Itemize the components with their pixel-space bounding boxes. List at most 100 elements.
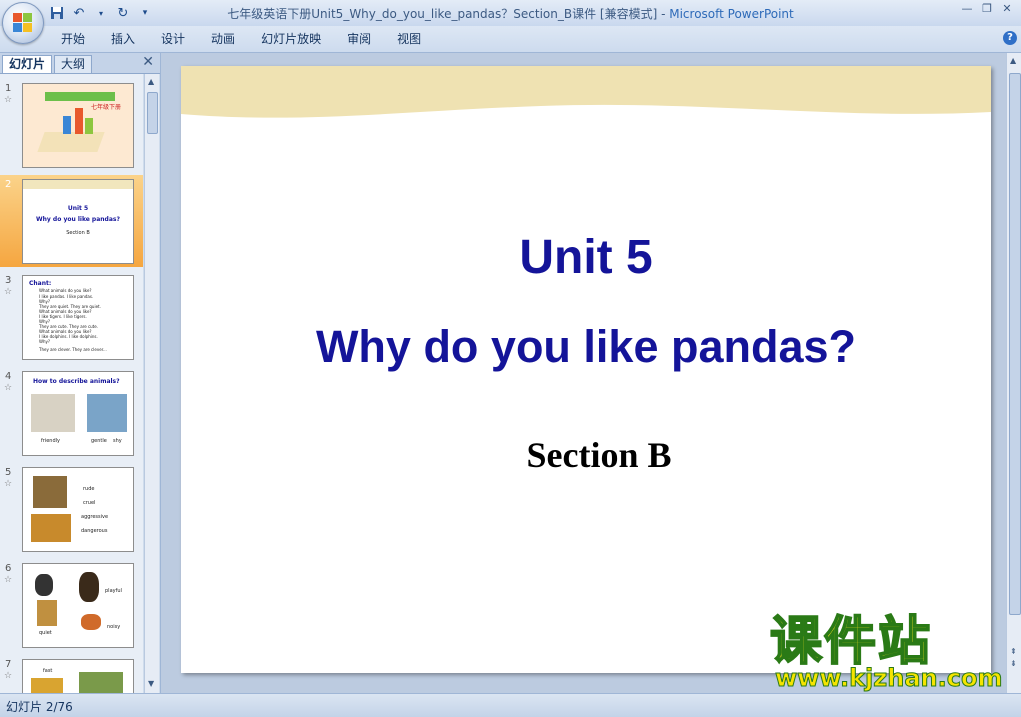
thumbnail-row-6[interactable]: 6 ☆ playful quiet noisy: [0, 559, 143, 651]
thumb-text: They are clever. They are clever...: [39, 347, 107, 352]
thumbnail-row-4[interactable]: 4 ☆ How to describe animals? friendly ge…: [0, 367, 143, 459]
thumbnail-number: 6: [5, 563, 12, 574]
thumbnail-row-2[interactable]: 2 Unit 5 Why do you like pandas? Section…: [0, 175, 143, 267]
tab-animations[interactable]: 动画: [198, 31, 248, 47]
thumbnail-slide-3[interactable]: Chant: What animals do you like? I like …: [22, 275, 134, 360]
office-logo-icon: [13, 13, 33, 33]
animation-star-icon: ☆: [4, 95, 13, 105]
animal-image: [81, 614, 101, 630]
next-slide-icon[interactable]: ⇟: [1010, 659, 1017, 668]
animal-image: [35, 574, 53, 596]
status-bar: 幻灯片 2/76: [0, 693, 1021, 717]
animation-star-icon: ☆: [4, 479, 13, 489]
scrollbar-thumb[interactable]: [147, 92, 158, 134]
panel-tabs: 幻灯片 大纲 ✕: [0, 53, 160, 74]
thumb-text: 七年级下册: [91, 104, 122, 111]
thumbnail-slide-2[interactable]: Unit 5 Why do you like pandas? Section B: [22, 179, 134, 264]
watermark-logo: 课件站: [769, 611, 933, 673]
tab-slides[interactable]: 幻灯片: [2, 55, 53, 73]
animal-image: [31, 678, 63, 693]
slide-subtitle[interactable]: Why do you like pandas?: [181, 321, 991, 373]
scrollbar-thumb[interactable]: [1009, 73, 1021, 615]
thumb-band: [23, 180, 133, 189]
editor-scrollbar[interactable]: ▲ ⇞ ⇟: [1006, 53, 1021, 693]
lion-image: [31, 514, 71, 542]
thumb-text: aggressive: [81, 514, 109, 520]
ribbon-tab-bar: 开始 插入 设计 动画 幻灯片放映 审阅 视图 ?: [0, 26, 1021, 53]
animal-image: [33, 476, 67, 508]
slide-section-label[interactable]: Section B: [181, 434, 991, 476]
close-icon[interactable]: ✕: [997, 2, 1017, 16]
thumb-text: quiet: [39, 630, 52, 636]
thumbnail-number: 4: [5, 371, 12, 382]
tab-home[interactable]: 开始: [48, 31, 98, 47]
app-name: Microsoft PowerPoint: [669, 7, 794, 21]
book-image: [85, 118, 93, 134]
thumb-text: fast: [43, 668, 53, 674]
animation-star-icon: ☆: [4, 671, 13, 681]
help-icon[interactable]: ?: [1003, 31, 1017, 45]
animation-star-icon: ☆: [4, 287, 13, 297]
animation-star-icon: ☆: [4, 383, 13, 393]
title-separator: -: [657, 7, 670, 21]
thumbnail-row-7[interactable]: 7 ☆ fast: [0, 655, 143, 693]
tab-review[interactable]: 审阅: [334, 31, 384, 47]
watermark-url: www.kjzhan.com: [774, 664, 1003, 693]
thumb-text: playful: [105, 588, 122, 594]
slide-header-band: [181, 66, 991, 118]
thumbnail-scrollbar[interactable]: ▲ ▼: [144, 74, 159, 693]
thumb-text: Section B: [66, 230, 90, 236]
thumb-text: rude: [83, 486, 95, 492]
thumb-text: Why do you like pandas?: [36, 216, 120, 223]
restore-icon[interactable]: ❐: [977, 2, 997, 16]
office-button[interactable]: [2, 2, 44, 44]
thumbnail-slide-1[interactable]: 七年级下册: [22, 83, 134, 168]
slide-title[interactable]: Unit 5: [181, 230, 991, 285]
document-title: 七年级英语下册Unit5_Why_do_you_like_pandas？Sect…: [227, 7, 658, 21]
slide-canvas[interactable]: Unit 5 Why do you like pandas? Section B: [181, 66, 991, 673]
thumbnail-slide-7[interactable]: fast: [22, 659, 134, 693]
scroll-down-icon[interactable]: ▼: [148, 679, 154, 688]
tab-insert[interactable]: 插入: [98, 31, 148, 47]
tab-outline[interactable]: 大纲: [54, 55, 93, 73]
book-image: [63, 116, 71, 134]
dogs-image: [31, 394, 75, 432]
book-image: [75, 108, 83, 134]
thumb-text: cruel: [83, 500, 96, 506]
thumbnail-slide-5[interactable]: rude cruel aggressive dangerous: [22, 467, 134, 552]
thumbnail-number: 3: [5, 275, 12, 286]
previous-slide-icon[interactable]: ⇞: [1010, 647, 1017, 656]
slide-editor: Unit 5 Why do you like pandas? Section B: [161, 53, 1006, 693]
slides-panel: 幻灯片 大纲 ✕ 1 ☆ 七年级下册 2 Unit 5 Why do you l…: [0, 53, 161, 693]
panel-close-icon[interactable]: ✕: [142, 54, 154, 70]
thumbnail-row-1[interactable]: 1 ☆ 七年级下册: [0, 79, 143, 171]
giraffe-image: [37, 600, 57, 626]
thumb-text: dangerous: [81, 528, 108, 534]
book-image: [37, 132, 105, 152]
scroll-up-icon[interactable]: ▲: [1010, 56, 1016, 65]
thumbnail-number: 1: [5, 83, 12, 94]
tab-slideshow[interactable]: 幻灯片放映: [248, 31, 334, 47]
elephant-image: [87, 394, 127, 432]
thumbnail-slide-6[interactable]: playful quiet noisy: [22, 563, 134, 648]
tab-view[interactable]: 视图: [384, 31, 434, 47]
thumbnail-slide-4[interactable]: How to describe animals? friendly gentle…: [22, 371, 134, 456]
thumb-text: Why?: [39, 339, 50, 344]
thumbnail-number: 2: [5, 179, 12, 190]
thumb-text: shy: [113, 438, 122, 444]
tab-design[interactable]: 设计: [148, 31, 198, 47]
slide-indicator: 幻灯片 2/76: [6, 700, 73, 714]
thumbnail-number: 5: [5, 467, 12, 478]
scroll-up-icon[interactable]: ▲: [148, 77, 154, 86]
monkey-image: [79, 572, 99, 602]
thumbnail-row-3[interactable]: 3 ☆ Chant: What animals do you like? I l…: [0, 271, 143, 363]
thumb-text: How to describe animals?: [33, 378, 120, 385]
thumb-text: gentle: [91, 438, 107, 444]
thumb-text: Unit 5: [67, 205, 89, 212]
thumb-text: noisy: [107, 624, 121, 630]
title-bar: ↶ ▾ ↻ ▾ 七年级英语下册Unit5_Why_do_you_like_pan…: [0, 0, 1021, 26]
thumbnail-list: 1 ☆ 七年级下册 2 Unit 5 Why do you like panda…: [0, 74, 143, 693]
minimize-icon[interactable]: —: [957, 2, 977, 16]
thumb-text: Chant:: [29, 280, 52, 287]
thumbnail-row-5[interactable]: 5 ☆ rude cruel aggressive dangerous: [0, 463, 143, 555]
